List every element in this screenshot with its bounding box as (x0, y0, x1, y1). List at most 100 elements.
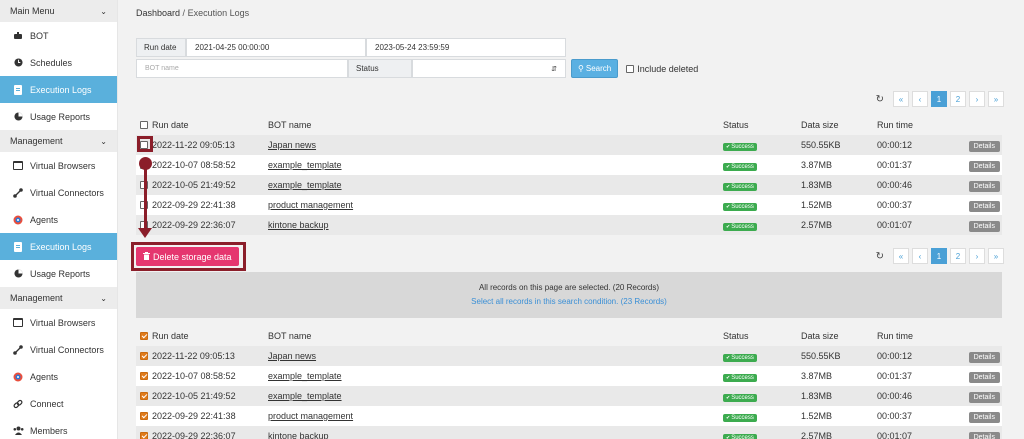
refresh-icon[interactable]: ↻ (876, 94, 884, 105)
row-bot-name-link[interactable]: kintone backup (268, 431, 329, 439)
header-status[interactable]: Status (723, 331, 749, 341)
table-row[interactable]: 2022-10-07 08:58:52 example_template Suc… (136, 366, 1002, 386)
details-button[interactable]: Details (968, 352, 1000, 363)
details-button[interactable]: Details (968, 372, 1000, 383)
table-row[interactable]: 2022-10-05 21:49:52 example_template Suc… (136, 386, 1002, 406)
next-page-button[interactable]: › (969, 248, 985, 264)
sidebar-item-bot[interactable]: BOT (0, 22, 117, 49)
prev-page-button[interactable]: ‹ (912, 248, 928, 264)
row-checkbox[interactable] (140, 372, 148, 380)
details-button[interactable]: Details (968, 432, 1000, 439)
main-content: Dashboard / Execution Logs Run date 2021… (118, 0, 1024, 439)
row-bot-name-link[interactable]: example_template (268, 391, 342, 401)
row-bot-name-link[interactable]: example_template (268, 180, 342, 190)
browser-icon (12, 161, 24, 170)
header-data-size[interactable]: Data size (801, 120, 839, 130)
status-select[interactable]: ⇵ (412, 59, 566, 78)
date-from-input[interactable]: 2021-04-25 00:00:00 (186, 38, 366, 57)
sidebar-section-management[interactable]: Management ⌄ (0, 287, 117, 309)
header-status[interactable]: Status (723, 120, 749, 130)
status-badge: Success (723, 353, 757, 362)
sidebar-item-execution-logs[interactable]: Execution Logs (0, 233, 117, 260)
row-bot-name-link[interactable]: Japan news (268, 140, 316, 150)
breadcrumb-dashboard[interactable]: Dashboard (136, 8, 180, 18)
refresh-icon[interactable]: ↻ (876, 251, 884, 262)
details-button[interactable]: Details (968, 161, 1000, 172)
sidebar-item-label: Schedules (30, 57, 73, 68)
row-bot-name-link[interactable]: example_template (268, 160, 342, 170)
include-deleted-checkbox[interactable] (626, 64, 635, 73)
date-to-input[interactable]: 2023-05-24 23:59:59 (366, 38, 566, 57)
chevron-down-icon[interactable]: ⌄ (100, 137, 107, 146)
sidebar-item-connect[interactable]: Connect (0, 390, 117, 417)
select-all-checkbox[interactable] (140, 332, 148, 340)
last-page-button[interactable]: » (988, 248, 1004, 264)
sidebar-section-management[interactable]: Management ⌄ (0, 130, 117, 152)
sidebar-item-usage-reports[interactable]: Usage Reports (0, 260, 117, 287)
row-run-date: 2022-10-05 21:49:52 (152, 391, 236, 401)
include-deleted[interactable]: Include deleted (626, 64, 698, 74)
header-run-time[interactable]: Run time (877, 120, 913, 130)
row-bot-name-link[interactable]: product management (268, 411, 353, 421)
page-1-button[interactable]: 1 (931, 248, 947, 264)
sidebar-item-virtual-browsers[interactable]: Virtual Browsers (0, 152, 117, 179)
last-page-button[interactable]: » (988, 91, 1004, 107)
table-row[interactable]: 2022-09-29 22:41:38 product management S… (136, 406, 1002, 426)
table-row[interactable]: 2022-10-07 08:58:52 example_template Suc… (136, 155, 1002, 175)
details-button[interactable]: Details (968, 181, 1000, 192)
row-run-time: 00:00:12 (877, 140, 913, 150)
sidebar-item-agents[interactable]: Agents (0, 206, 117, 233)
next-page-button[interactable]: › (969, 91, 985, 107)
row-bot-name-link[interactable]: Japan news (268, 351, 316, 361)
row-run-time: 00:01:37 (877, 371, 913, 381)
row-run-date: 2022-11-22 09:05:13 (152, 351, 235, 361)
page-2-button[interactable]: 2 (950, 248, 966, 264)
page-2-button[interactable]: 2 (950, 91, 966, 107)
header-bot-name[interactable]: BOT name (268, 331, 311, 341)
header-run-date[interactable]: Run date (152, 120, 189, 130)
page-1-button[interactable]: 1 (931, 91, 947, 107)
header-run-time[interactable]: Run time (877, 331, 913, 341)
row-checkbox[interactable] (140, 352, 148, 360)
sidebar-item-virtual-connectors[interactable]: Virtual Connectors (0, 179, 117, 206)
table-row[interactable]: 2022-11-22 09:05:13 Japan news Success 5… (136, 346, 1002, 366)
bot-name-input[interactable]: BOT name (136, 59, 348, 78)
sidebar-item-virtual-browsers[interactable]: Virtual Browsers (0, 309, 117, 336)
row-bot-name-link[interactable]: example_template (268, 371, 342, 381)
table-row[interactable]: 2022-09-29 22:36:07 kintone backup Succe… (136, 426, 1002, 439)
header-bot-name[interactable]: BOT name (268, 120, 311, 130)
details-button[interactable]: Details (968, 141, 1000, 152)
table-header: Run date BOT name Status Data size Run t… (136, 326, 1002, 346)
row-checkbox[interactable] (140, 392, 148, 400)
table-row[interactable]: 2022-10-05 21:49:52 example_template Suc… (136, 175, 1002, 195)
details-button[interactable]: Details (968, 392, 1000, 403)
sidebar-item-schedules[interactable]: Schedules (0, 49, 117, 76)
header-run-date[interactable]: Run date (152, 331, 189, 341)
row-bot-name-link[interactable]: product management (268, 200, 353, 210)
row-bot-name-link[interactable]: kintone backup (268, 220, 329, 230)
sidebar-item-agents[interactable]: Agents (0, 363, 117, 390)
details-button[interactable]: Details (968, 221, 1000, 232)
row-checkbox[interactable] (140, 412, 148, 420)
details-button[interactable]: Details (968, 201, 1000, 212)
select-all-records-link[interactable]: Select all records in this search condit… (136, 297, 1002, 306)
header-data-size[interactable]: Data size (801, 331, 839, 341)
details-button[interactable]: Details (968, 412, 1000, 423)
table-row[interactable]: 2022-09-29 22:36:07 kintone backup Succe… (136, 215, 1002, 235)
search-button-label: Search (585, 64, 612, 73)
row-checkbox[interactable] (140, 432, 148, 439)
sidebar-item-usage-reports[interactable]: Usage Reports (0, 103, 117, 130)
table-row[interactable]: 2022-09-29 22:41:38 product management S… (136, 195, 1002, 215)
sidebar-item-execution-logs[interactable]: Execution Logs (0, 76, 117, 103)
chevron-down-icon[interactable]: ⌄ (100, 7, 107, 16)
sidebar-item-members[interactable]: Members (0, 417, 117, 439)
chevron-down-icon[interactable]: ⌄ (100, 294, 107, 303)
first-page-button[interactable]: « (893, 91, 909, 107)
table-row[interactable]: 2022-11-22 09:05:13 Japan news Success 5… (136, 135, 1002, 155)
first-page-button[interactable]: « (893, 248, 909, 264)
sidebar-item-virtual-connectors[interactable]: Virtual Connectors (0, 336, 117, 363)
sidebar-section-main-menu[interactable]: Main Menu ⌄ (0, 0, 117, 22)
search-button[interactable]: ⚲ Search (571, 59, 619, 78)
prev-page-button[interactable]: ‹ (912, 91, 928, 107)
select-all-checkbox[interactable] (140, 121, 148, 129)
